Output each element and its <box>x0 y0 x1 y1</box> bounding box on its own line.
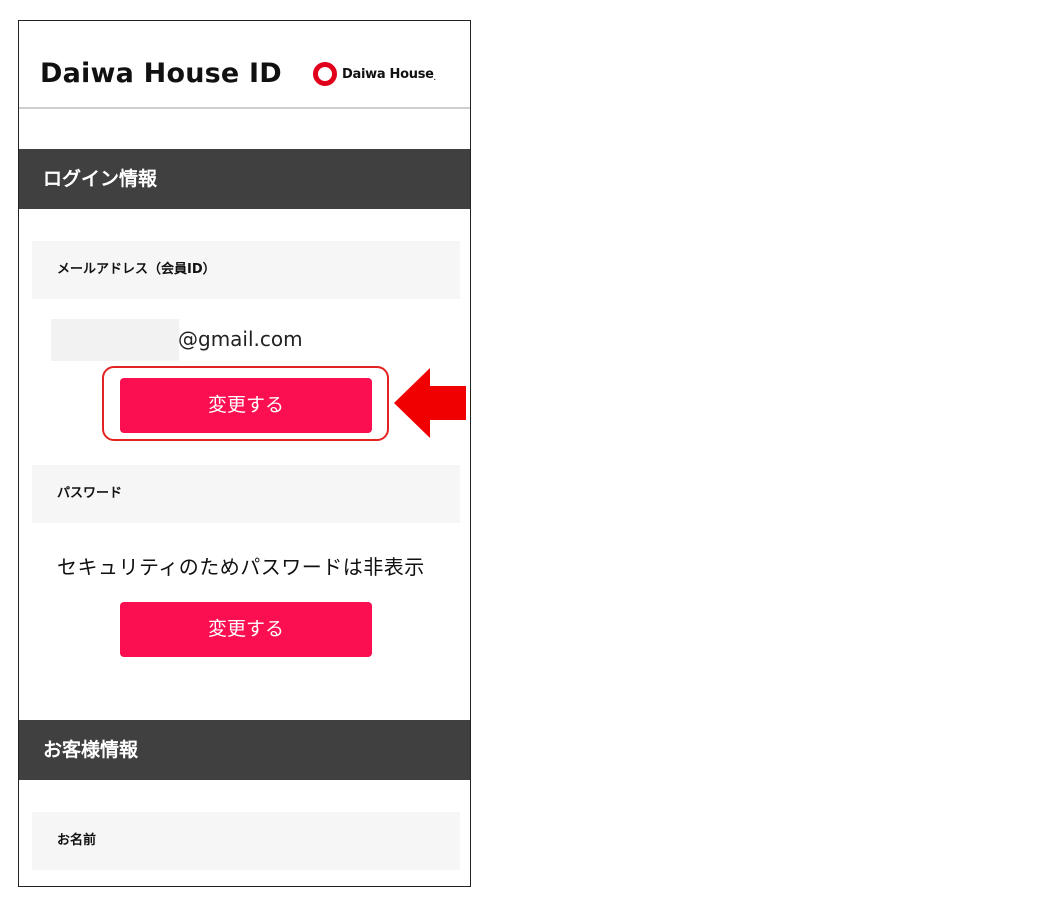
brand-ring-icon <box>313 62 337 86</box>
brand-mark: . <box>433 74 436 82</box>
app-header: Daiwa House ID Daiwa House. <box>19 21 470 109</box>
email-label: メールアドレス（会員ID） <box>32 241 460 299</box>
brand-logo: Daiwa House. <box>313 62 436 86</box>
brand-name-text: Daiwa House <box>342 66 434 82</box>
change-email-button[interactable]: 変更する <box>120 378 372 433</box>
phone-screen: Daiwa House ID Daiwa House. ログイン情報 メールアド… <box>18 20 471 887</box>
customer-info-section-header: お客様情報 <box>19 720 470 780</box>
change-password-button[interactable]: 変更する <box>120 602 372 657</box>
masked-email-local-part <box>51 319 179 361</box>
login-info-section-header: ログイン情報 <box>19 149 470 209</box>
left-arrow-icon <box>394 368 466 438</box>
name-label: お名前 <box>32 812 460 870</box>
password-hidden-note: セキュリティのためパスワードは非表示 <box>57 555 425 579</box>
password-label: パスワード <box>32 465 460 523</box>
email-domain: @gmail.com <box>178 327 303 351</box>
brand-name: Daiwa House. <box>342 67 436 82</box>
app-title: Daiwa House ID <box>40 58 282 89</box>
